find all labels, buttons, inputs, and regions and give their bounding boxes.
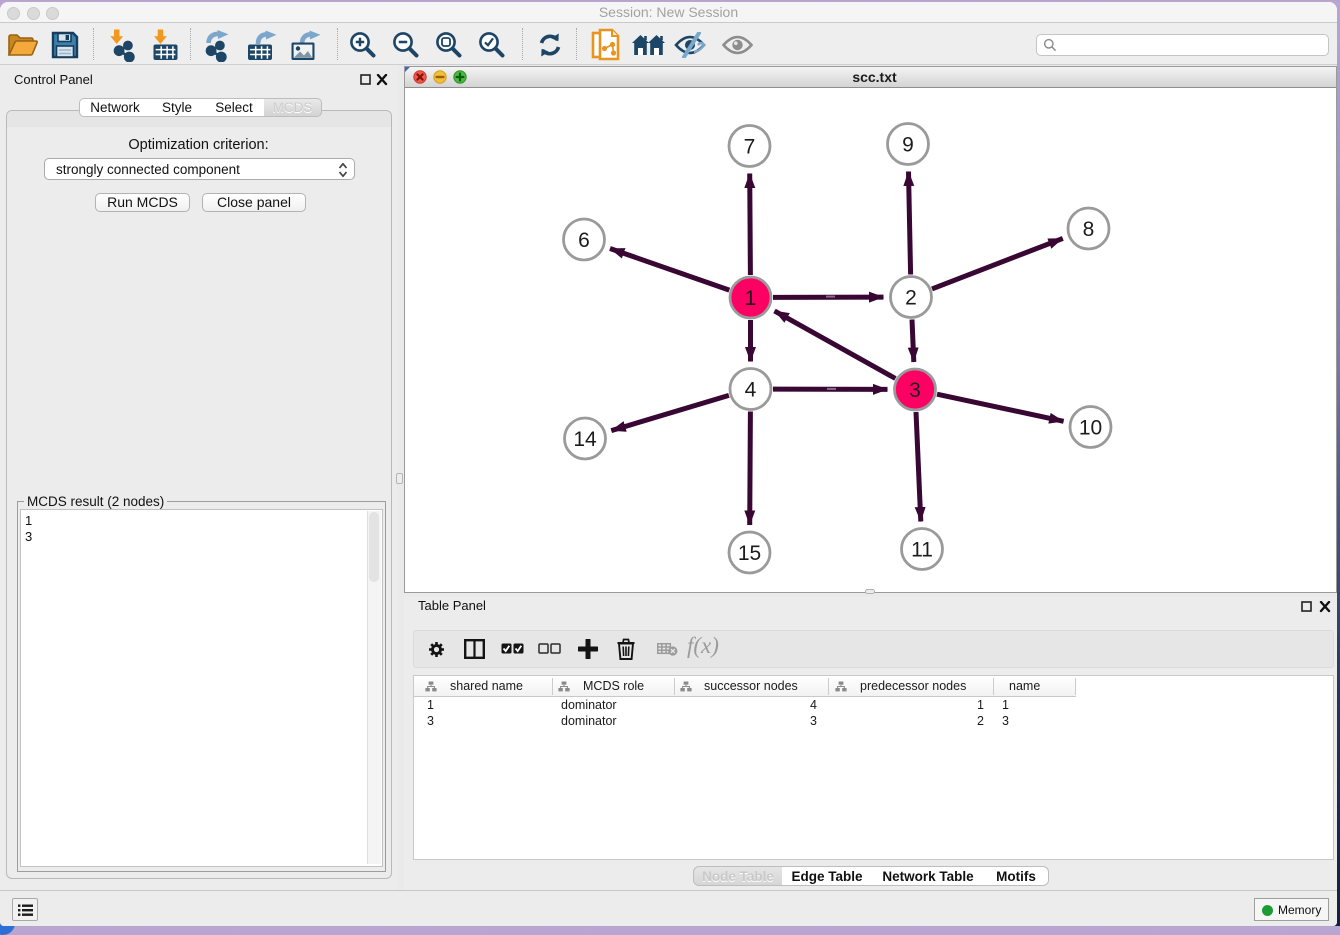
svg-text:7: 7: [744, 136, 756, 159]
svg-text:9: 9: [902, 134, 914, 157]
svg-text:11: 11: [911, 539, 933, 562]
svg-text:2: 2: [905, 287, 917, 310]
svg-text:4: 4: [745, 379, 757, 402]
svg-text:1: 1: [745, 287, 757, 310]
svg-text:3: 3: [909, 379, 921, 402]
svg-text:8: 8: [1083, 218, 1095, 241]
svg-text:10: 10: [1079, 417, 1102, 440]
svg-text:6: 6: [578, 229, 590, 252]
svg-text:14: 14: [573, 428, 597, 451]
svg-text:15: 15: [738, 542, 761, 565]
